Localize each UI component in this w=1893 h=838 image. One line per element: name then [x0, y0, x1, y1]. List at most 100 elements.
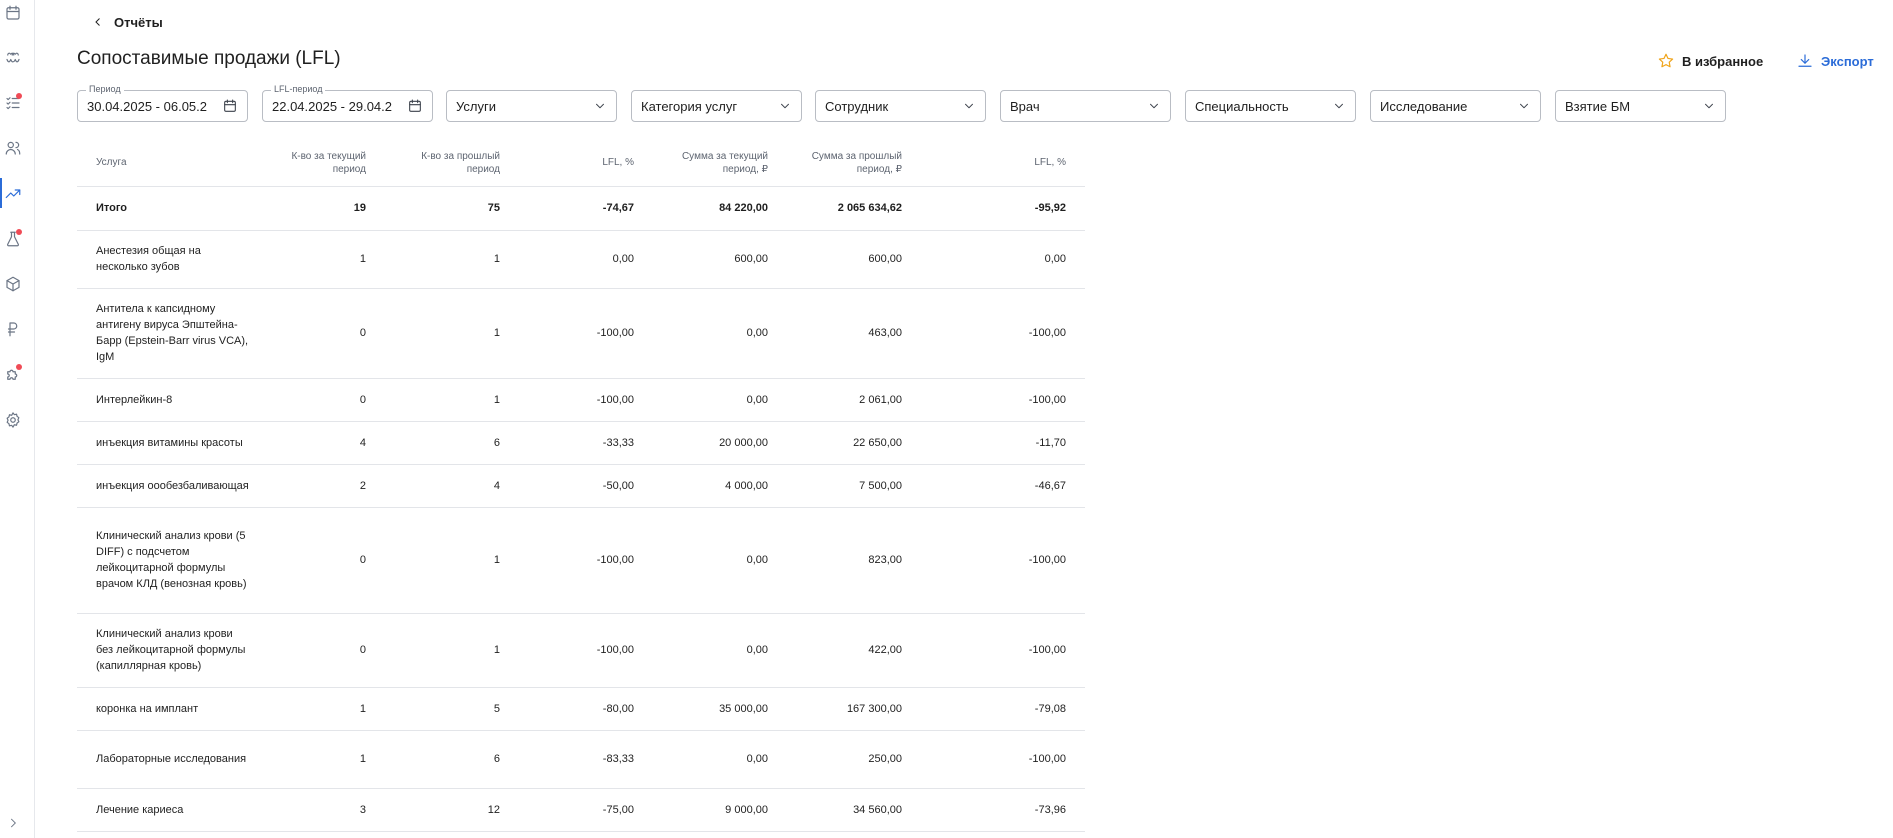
table-cell: 0,00: [653, 378, 787, 422]
table-cell: 0,00: [921, 230, 1085, 289]
export-button[interactable]: Экспорт: [1796, 51, 1874, 71]
task-list-icon[interactable]: [0, 92, 26, 114]
table-cell: 2 061,00: [787, 378, 921, 422]
specialty-select[interactable]: Специальность: [1185, 90, 1356, 122]
ruble-icon[interactable]: [0, 318, 26, 340]
expand-sidebar-icon[interactable]: [6, 816, 20, 830]
service-category-select-value: Категория услуг: [641, 98, 738, 114]
period-field[interactable]: Период 30.04.2025 - 06.05.2: [77, 84, 248, 122]
back-to-reports-link[interactable]: Отчёты: [92, 12, 163, 32]
employee-select[interactable]: Сотрудник: [815, 90, 986, 122]
bm-sampling-select[interactable]: Взятие БМ: [1555, 90, 1726, 122]
table-cell: Клинический анализ крови (5 DIFF) с подс…: [77, 507, 259, 614]
settings-gear-icon[interactable]: [0, 409, 26, 431]
table-cell: -83,33: [519, 730, 653, 789]
research-select-value: Исследование: [1380, 98, 1468, 114]
add-to-favorites-button[interactable]: В избранное: [1657, 51, 1763, 71]
table-row: инъекция оообезбаливающая 2 4 -50,00 4 0…: [77, 464, 1085, 508]
table-cell: 20 000,00: [653, 421, 787, 465]
table-cell: 3: [259, 788, 385, 832]
chevron-down-icon: [1150, 103, 1158, 109]
lfl-period-field[interactable]: LFL-период 22.04.2025 - 29.04.2: [262, 84, 433, 122]
table-cell: 6: [385, 421, 519, 465]
table-cell: 75: [385, 186, 519, 231]
column-header[interactable]: LFL, %: [519, 140, 653, 187]
table-row: Интерлейкин-8 0 1 -100,00 0,00 2 061,00 …: [77, 378, 1085, 422]
teeth-icon[interactable]: [0, 47, 26, 69]
table-cell: инъекция витамины красоты: [77, 421, 259, 465]
table-cell: 0: [259, 613, 385, 688]
star-icon: [1658, 53, 1674, 68]
lab-flask-icon[interactable]: [0, 228, 26, 250]
table-cell: 2: [259, 464, 385, 508]
table-cell: Итого: [77, 186, 259, 231]
table-cell: 0,00: [519, 230, 653, 289]
table-cell: 34 560,00: [787, 788, 921, 832]
analytics-icon[interactable]: [0, 178, 26, 208]
table-cell: -75,00: [519, 788, 653, 832]
table-cell: 0,00: [653, 288, 787, 379]
table-cell: 463,00: [787, 288, 921, 379]
services-select[interactable]: Услуги: [446, 90, 617, 122]
column-header[interactable]: Сумма за текущий период, ₽: [653, 140, 787, 187]
calendar-icon[interactable]: [0, 2, 26, 24]
table-cell: 1: [385, 288, 519, 379]
table-cell: 1: [385, 230, 519, 289]
table-cell: -95,92: [921, 186, 1085, 231]
table-cell: 0,00: [653, 507, 787, 614]
table-cell: 0: [259, 507, 385, 614]
table-cell: -73,96: [921, 788, 1085, 832]
table-cell: Лечение кариеса: [77, 788, 259, 832]
column-header[interactable]: Сумма за прошлый период, ₽: [787, 140, 921, 187]
table-cell: -100,00: [921, 288, 1085, 379]
table-cell: 1: [385, 613, 519, 688]
puzzle-icon[interactable]: [0, 363, 26, 385]
chevron-down-icon: [781, 103, 789, 109]
table-cell: 84 220,00: [653, 186, 787, 231]
employee-select-value: Сотрудник: [825, 98, 889, 114]
calendar-icon[interactable]: [407, 98, 423, 114]
table-row: Анестезия общая на несколько зубов 1 1 0…: [77, 230, 1085, 289]
service-category-select[interactable]: Категория услуг: [631, 90, 802, 122]
table-cell: 7 500,00: [787, 464, 921, 508]
table-cell: 12: [385, 788, 519, 832]
table-cell: 1: [259, 687, 385, 731]
table-cell: -100,00: [519, 507, 653, 614]
column-header[interactable]: Услуга: [77, 140, 259, 187]
notification-dot: [16, 229, 22, 235]
chevron-left-icon: [95, 18, 100, 26]
table-header-row: Услуга К-во за текущий период К-во за пр…: [77, 140, 1085, 187]
users-icon[interactable]: [0, 137, 26, 159]
export-label: Экспорт: [1821, 53, 1874, 69]
calendar-icon[interactable]: [222, 98, 238, 114]
doctor-select[interactable]: Врач: [1000, 90, 1171, 122]
services-select-value: Услуги: [456, 98, 496, 114]
table-cell: коронка на имплант: [77, 687, 259, 731]
favorites-label: В избранное: [1682, 53, 1764, 69]
table-row: Лабораторные исследования 1 6 -83,33 0,0…: [77, 730, 1085, 789]
chevron-down-icon: [1520, 103, 1528, 109]
package-icon[interactable]: [0, 273, 26, 295]
back-label: Отчёты: [114, 14, 163, 30]
research-select[interactable]: Исследование: [1370, 90, 1541, 122]
page-title: Сопоставимые продажи (LFL): [77, 48, 341, 69]
period-label: Период: [86, 84, 124, 94]
column-header[interactable]: К-во за прошлый период: [385, 140, 519, 187]
column-header[interactable]: LFL, %: [921, 140, 1085, 187]
bm-sampling-select-value: Взятие БМ: [1565, 98, 1631, 114]
specialty-select-value: Специальность: [1195, 98, 1289, 114]
lfl-period-label: LFL-период: [271, 84, 326, 94]
table-cell: 1: [385, 378, 519, 422]
table-cell: -80,00: [519, 687, 653, 731]
table-cell: -100,00: [519, 378, 653, 422]
table-cell: -100,00: [921, 730, 1085, 789]
table-row: Антитела к капсидному антигену вируса Эп…: [77, 288, 1085, 379]
table-cell: 1: [385, 507, 519, 614]
table-cell: 22 650,00: [787, 421, 921, 465]
table-cell: -74,67: [519, 186, 653, 231]
table-cell: 0,00: [653, 730, 787, 789]
column-header[interactable]: К-во за текущий период: [259, 140, 385, 187]
table-cell: 6: [385, 730, 519, 789]
lfl-period-value: 22.04.2025 - 29.04.2: [272, 98, 392, 114]
chevron-down-icon: [965, 103, 973, 109]
